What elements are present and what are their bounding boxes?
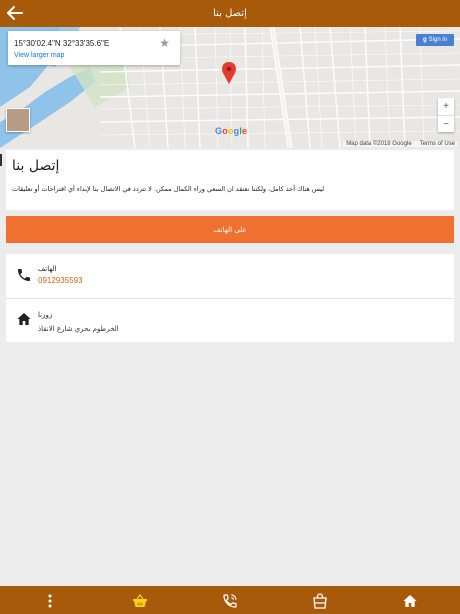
side-marker bbox=[0, 154, 2, 166]
address-row[interactable]: زورنا الخرطوم بحري شارع الانقاذ bbox=[6, 298, 454, 341]
google-g-icon: g bbox=[422, 37, 427, 43]
zoom-out-button[interactable]: − bbox=[438, 115, 454, 132]
phone-row[interactable]: الهاتف 0912935593 bbox=[6, 254, 454, 297]
coordinates-text: 15°30'02.4"N 32°33'35.6"E bbox=[14, 39, 110, 48]
phone-icon bbox=[18, 269, 30, 281]
satellite-thumbnail[interactable] bbox=[6, 108, 30, 132]
star-icon[interactable]: ★ bbox=[159, 36, 170, 50]
content-description: ليس هناك أحد كامل، ولكننا نعتقد ان السعي… bbox=[12, 185, 325, 193]
phone-call-icon[interactable] bbox=[221, 592, 239, 610]
top-bar: إتصل بنا bbox=[0, 0, 460, 27]
basket-icon[interactable] bbox=[131, 592, 149, 610]
phone-number-link[interactable]: 0912935593 bbox=[38, 276, 83, 285]
zoom-controls: + − bbox=[438, 98, 454, 132]
map-attribution: Map data ©2018 Google Terms of Use bbox=[343, 141, 458, 147]
bottom-nav-bar bbox=[0, 586, 460, 614]
zoom-in-button[interactable]: + bbox=[438, 98, 454, 115]
view-larger-map-link[interactable]: View larger map bbox=[14, 52, 64, 59]
shopping-bag-icon[interactable] bbox=[311, 592, 329, 610]
visit-us-label: زورنا bbox=[38, 311, 53, 319]
map-view[interactable]: 15°30'02.4"N 32°33'35.6"E View larger ma… bbox=[0, 27, 460, 148]
sign-in-button[interactable]: g Sign in bbox=[416, 34, 454, 46]
phone-label: الهاتف bbox=[38, 265, 57, 273]
address-text: الخرطوم بحري شارع الانقاذ bbox=[38, 325, 119, 333]
home-nav-icon[interactable] bbox=[401, 592, 419, 610]
contact-info-list: الهاتف 0912935593 زورنا الخرطوم بحري شار… bbox=[6, 254, 454, 342]
content-title: إتصل بنا bbox=[12, 158, 60, 174]
terms-of-use-link[interactable]: Terms of Use bbox=[420, 141, 455, 147]
back-arrow-icon[interactable] bbox=[6, 5, 24, 21]
map-data-text: Map data ©2018 Google bbox=[346, 141, 412, 147]
google-logo: Google bbox=[215, 126, 248, 136]
home-icon bbox=[17, 313, 31, 325]
sign-in-label: Sign in bbox=[428, 37, 448, 43]
page-title: إتصل بنا bbox=[213, 8, 247, 19]
more-vertical-icon[interactable] bbox=[41, 592, 59, 610]
map-info-box: 15°30'02.4"N 32°33'35.6"E View larger ma… bbox=[8, 31, 180, 65]
contact-intro-card bbox=[6, 150, 454, 210]
call-by-phone-button[interactable]: على الهاتف bbox=[6, 216, 454, 243]
